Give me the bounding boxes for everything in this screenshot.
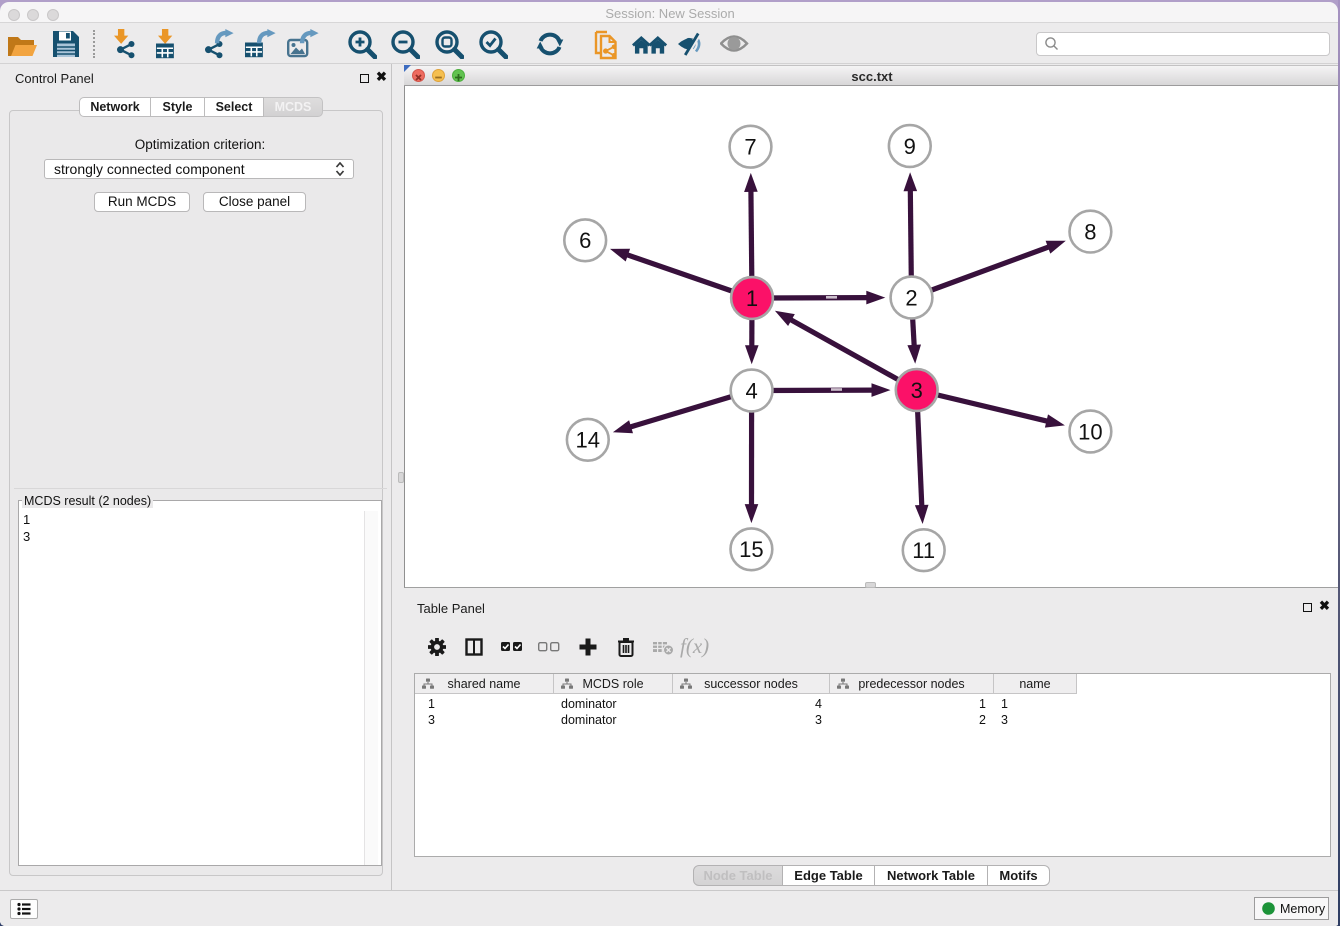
svg-text:3: 3 (911, 378, 923, 403)
svg-text:10: 10 (1078, 419, 1102, 444)
svg-text:7: 7 (744, 135, 756, 160)
svg-text:11: 11 (912, 538, 935, 563)
svg-text:1: 1 (746, 286, 758, 311)
svg-text:9: 9 (904, 134, 916, 159)
svg-text:6: 6 (579, 228, 591, 253)
svg-text:2: 2 (905, 285, 917, 310)
svg-text:15: 15 (739, 537, 763, 562)
svg-text:8: 8 (1084, 219, 1096, 244)
svg-text:14: 14 (576, 428, 600, 453)
svg-text:4: 4 (745, 378, 757, 403)
